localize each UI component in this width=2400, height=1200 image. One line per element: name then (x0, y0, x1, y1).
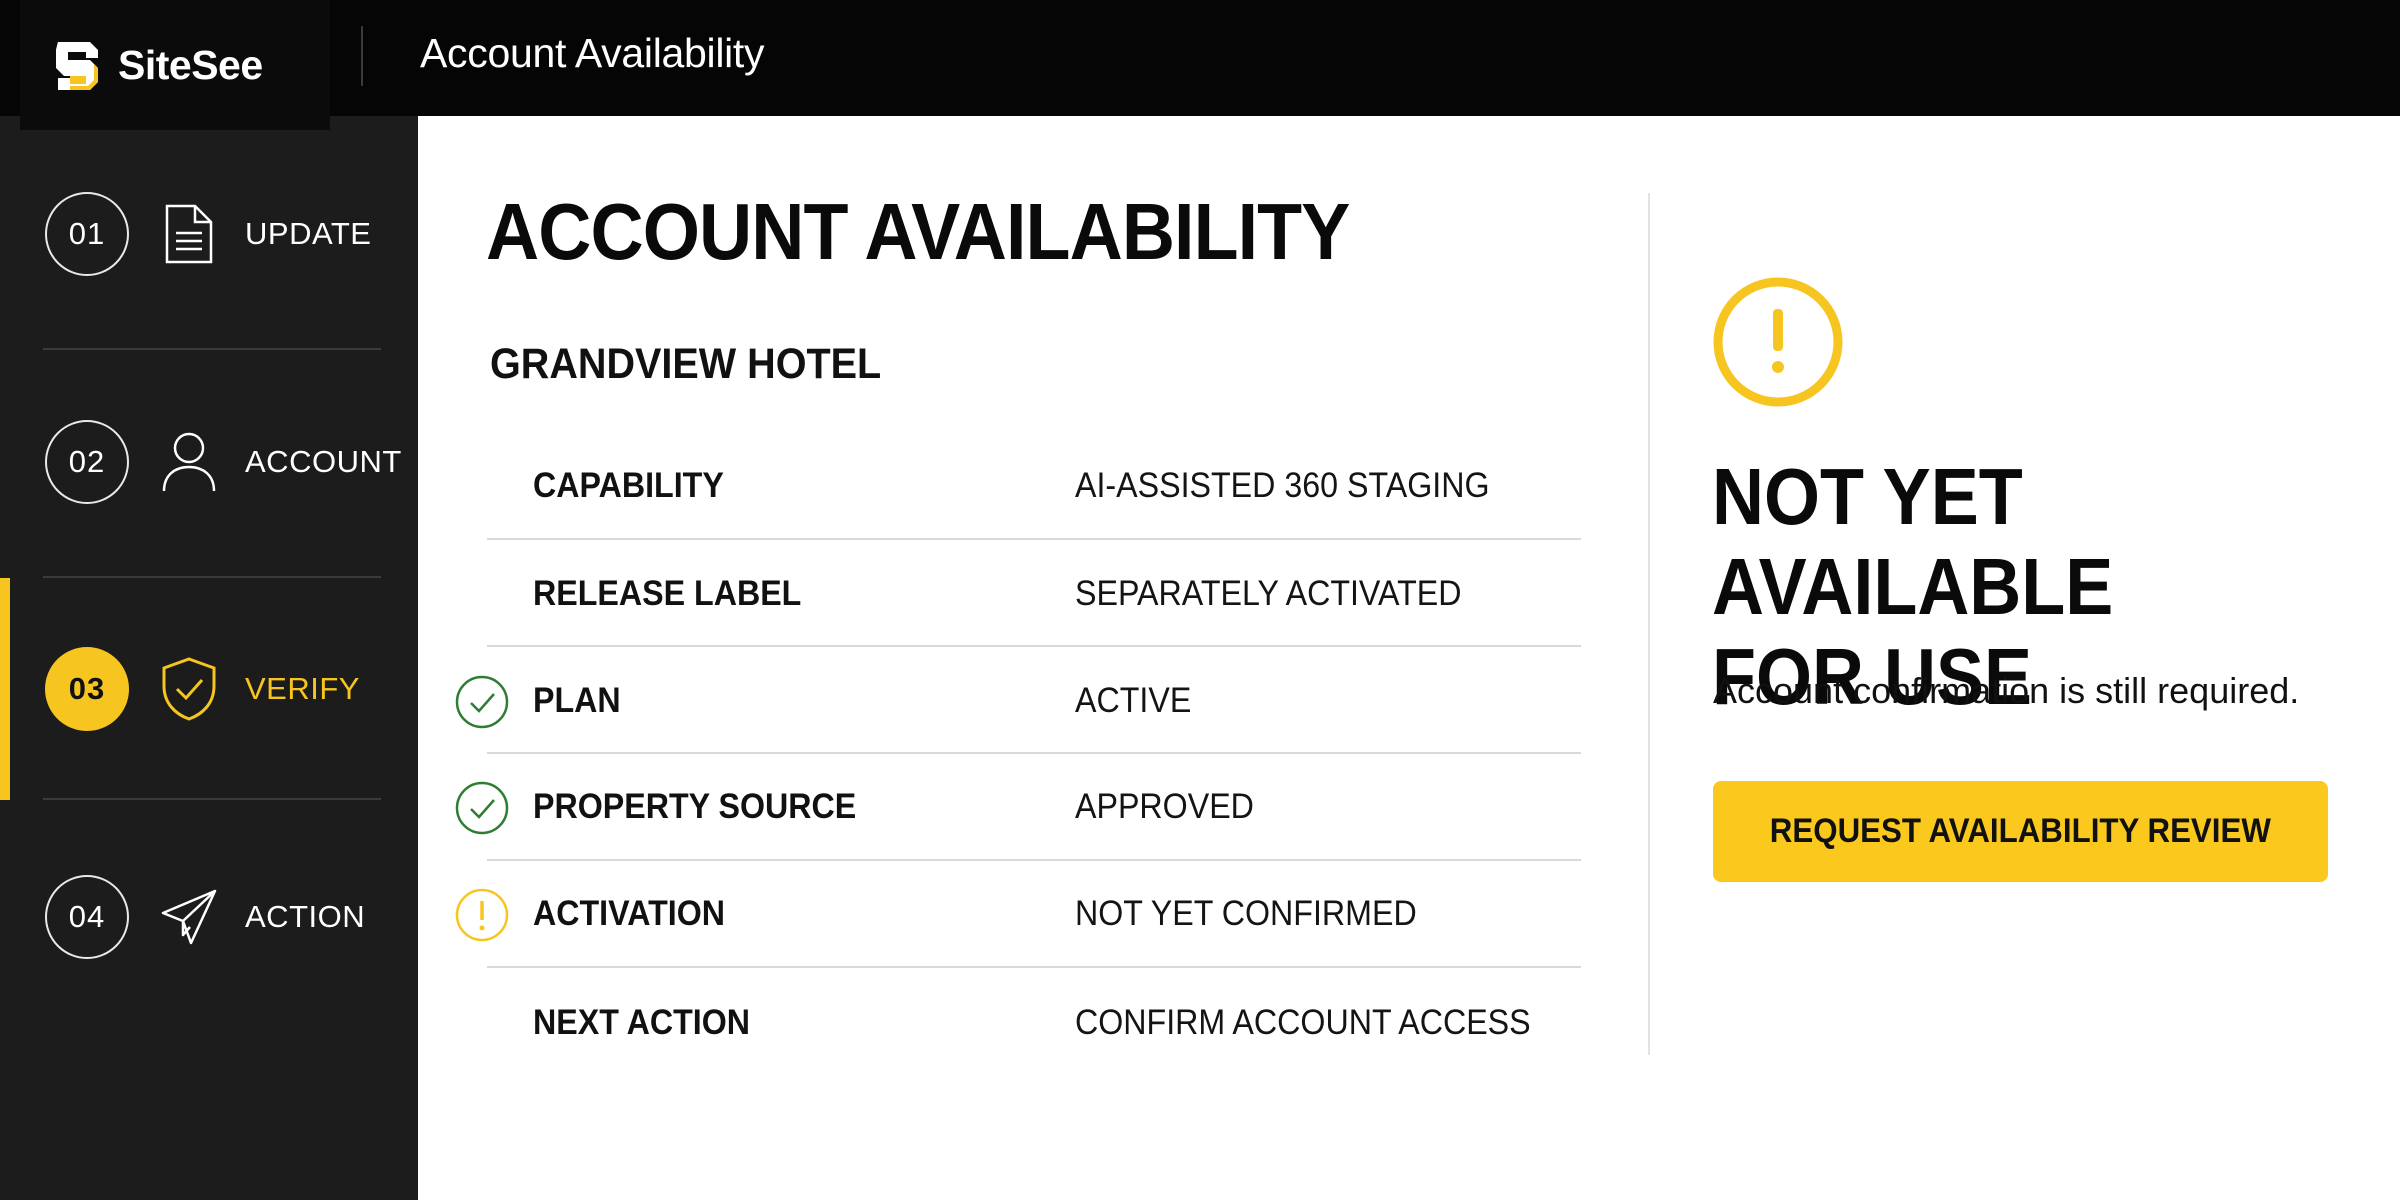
row-label: RELEASE LABEL (533, 574, 802, 613)
button-label: REQUEST AVAILABILITY REVIEW (1769, 812, 2272, 850)
step-label: UPDATE (245, 216, 372, 251)
row-value: SEPARATELY ACTIVATED (1075, 574, 1462, 613)
step-number: 04 (45, 875, 129, 959)
shield-check-icon (156, 656, 222, 722)
sidebar-step-action[interactable]: 04 ACTION (0, 875, 418, 959)
row-label: ACTIVATION (533, 894, 725, 933)
brand[interactable]: SiteSee (20, 0, 330, 130)
table-row: ACTIVATION NOT YET CONFIRMED (455, 860, 1581, 967)
row-value: APPROVED (1075, 787, 1254, 826)
row-value: AI-ASSISTED 360 STAGING (1075, 466, 1490, 505)
step-number: 02 (45, 420, 129, 504)
row-label: CAPABILITY (533, 466, 724, 505)
step-label: ACTION (245, 899, 366, 934)
user-icon (156, 429, 222, 495)
top-bar (0, 0, 2400, 116)
sidebar-step-verify[interactable]: 03 VERIFY (0, 647, 418, 731)
step-label: VERIFY (245, 671, 360, 706)
warning-circle-icon (455, 888, 509, 942)
step-divider (43, 348, 381, 350)
table-row: PLAN ACTIVE (455, 647, 1581, 754)
step-number: 03 (45, 647, 129, 731)
sitesee-logo-icon (56, 42, 98, 90)
property-name: GRANDVIEW HOTEL (490, 340, 882, 388)
step-label: ACCOUNT (245, 444, 402, 479)
paper-plane-icon (156, 884, 222, 950)
window-title: Account Availability (420, 30, 765, 76)
page-title: ACCOUNT AVAILABILITY (486, 187, 1350, 276)
step-number: 01 (45, 192, 129, 276)
step-divider (43, 576, 381, 578)
sidebar-step-update[interactable]: 01 UPDATE (0, 192, 418, 276)
sidebar: 01 UPDATE 02 ACCOUNT 03 VERIFY 04 ACTION (0, 116, 418, 1200)
row-label: PLAN (533, 681, 621, 720)
status-message: Account confirmation is still required. (1713, 670, 2300, 711)
table-row: CAPABILITY AI-ASSISTED 360 STAGING (487, 432, 1581, 539)
row-divider (487, 966, 1581, 968)
check-circle-icon (455, 781, 509, 835)
table-row: NEXT ACTION CONFIRM ACCOUNT ACCESS (487, 969, 1581, 1076)
row-value: ACTIVE (1075, 681, 1192, 720)
sidebar-step-account[interactable]: 02 ACCOUNT (0, 420, 418, 504)
brand-name: SiteSee (118, 41, 263, 88)
row-label: PROPERTY SOURCE (533, 787, 857, 826)
status-heading-line: NOT YET AVAILABLE (1712, 452, 2114, 631)
table-row: PROPERTY SOURCE APPROVED (455, 753, 1581, 860)
row-value: NOT YET CONFIRMED (1075, 894, 1417, 933)
row-value: CONFIRM ACCOUNT ACCESS (1075, 1003, 1531, 1042)
topbar-divider (361, 26, 363, 86)
table-row: RELEASE LABEL SEPARATELY ACTIVATED (487, 540, 1581, 647)
warning-icon (1712, 276, 1844, 408)
check-circle-icon (455, 675, 509, 729)
request-availability-review-button[interactable]: REQUEST AVAILABILITY REVIEW (1713, 781, 2328, 882)
document-icon (156, 201, 222, 267)
step-divider (43, 798, 381, 800)
row-label: NEXT ACTION (533, 1003, 751, 1042)
panel-divider (1648, 193, 1650, 1055)
